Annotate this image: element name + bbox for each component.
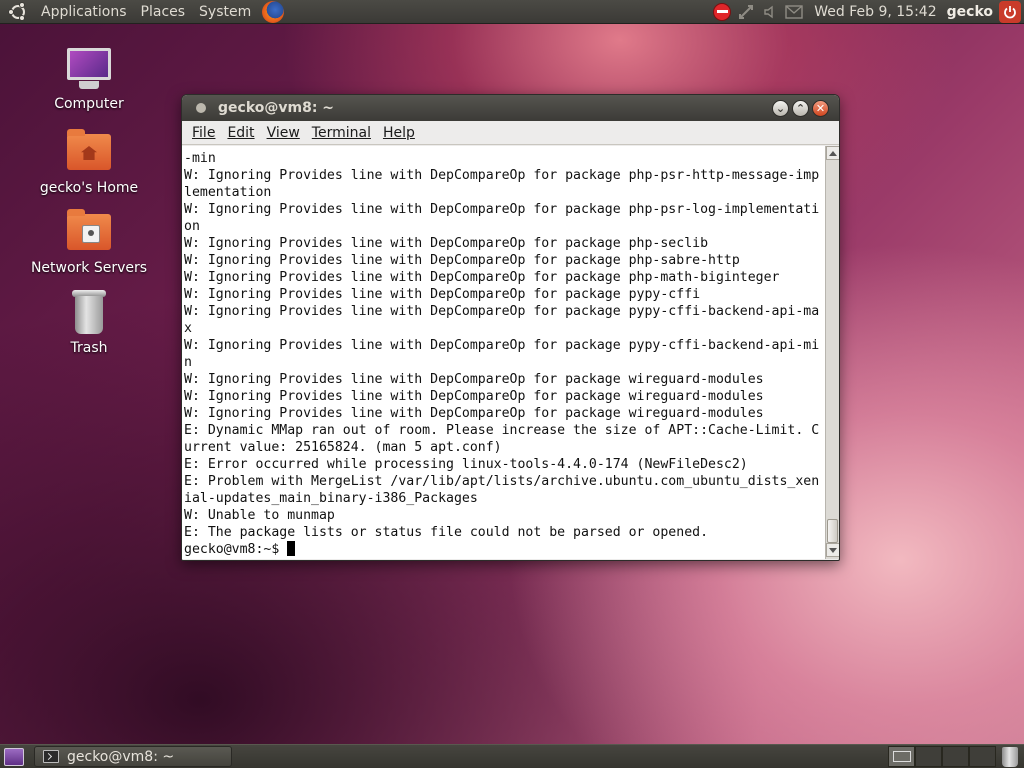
firefox-icon[interactable] xyxy=(262,0,285,23)
terminal-line: x xyxy=(184,321,192,336)
home-folder-icon xyxy=(65,128,113,176)
workspace-1[interactable] xyxy=(888,746,915,767)
terminal-prompt: gecko@vm8:~$ xyxy=(184,542,288,557)
desktop-icon-trash[interactable]: Trash xyxy=(29,288,149,356)
network-servers-icon xyxy=(65,208,113,256)
scroll-up-icon[interactable] xyxy=(826,146,839,160)
taskbar-terminal-button[interactable]: gecko@vm8: ~ xyxy=(34,746,232,767)
terminal-line: on xyxy=(184,219,200,234)
menu-help-label: Help xyxy=(382,124,415,141)
window-menubar: File Edit View Terminal Help xyxy=(182,121,839,145)
scroll-down-icon[interactable] xyxy=(826,543,839,557)
terminal-line: E: Problem with MergeList /var/lib/apt/l… xyxy=(184,474,820,489)
network-icon[interactable] xyxy=(734,0,758,24)
taskbar-terminal-label: gecko@vm8: ~ xyxy=(67,748,175,765)
close-button[interactable]: ✕ xyxy=(812,99,829,117)
system-menu[interactable]: System xyxy=(192,4,258,20)
volume-icon[interactable] xyxy=(758,0,782,24)
do-not-disturb-icon[interactable] xyxy=(710,0,734,24)
menu-view-label: View xyxy=(266,124,300,141)
terminal-line: W: Ignoring Provides line with DepCompar… xyxy=(184,236,709,251)
workspace-switcher xyxy=(888,746,996,767)
terminal-line: W: Ignoring Provides line with DepCompar… xyxy=(184,406,764,421)
terminal-line: W: Ignoring Provides line with DepCompar… xyxy=(184,304,820,319)
terminal-line: W: Ignoring Provides line with DepCompar… xyxy=(184,389,764,404)
places-menu[interactable]: Places xyxy=(134,4,193,20)
terminal-window: gecko@vm8: ~ ⌄ ⌃ ✕ File Edit View Termin… xyxy=(181,94,840,561)
workspace-4[interactable] xyxy=(969,746,996,767)
terminal-line: W: Ignoring Provides line with DepCompar… xyxy=(184,338,820,353)
scrollbar-thumb[interactable] xyxy=(827,519,838,543)
trash-icon xyxy=(65,288,113,336)
maximize-button[interactable]: ⌃ xyxy=(792,99,809,117)
terminal-line: W: Ignoring Provides line with DepCompar… xyxy=(184,253,740,268)
window-title: gecko@vm8: ~ xyxy=(218,100,335,116)
menu-edit-label: Edit xyxy=(227,124,255,141)
terminal-line: W: Ignoring Provides line with DepCompar… xyxy=(184,168,820,183)
window-titlebar[interactable]: gecko@vm8: ~ ⌄ ⌃ ✕ xyxy=(182,95,839,121)
ubuntu-logo-icon[interactable] xyxy=(8,1,28,22)
applications-menu[interactable]: Applications xyxy=(34,4,134,20)
show-desktop-icon[interactable] xyxy=(4,747,24,766)
terminal-line: W: Ignoring Provides line with DepCompar… xyxy=(184,202,820,217)
mail-icon[interactable] xyxy=(782,0,806,24)
window-menu-icon[interactable] xyxy=(196,103,206,113)
terminal-icon xyxy=(43,750,59,763)
terminal-line: lementation xyxy=(184,185,272,200)
terminal-scrollbar[interactable] xyxy=(825,146,839,559)
terminal-line: -min xyxy=(184,151,216,166)
workspace-2[interactable] xyxy=(915,746,942,767)
desktop-icon-label: gecko's Home xyxy=(39,180,139,196)
menu-edit[interactable]: Edit xyxy=(221,125,260,141)
terminal-line: n xyxy=(184,355,192,370)
system-tray: Wed Feb 9, 15:42 gecko xyxy=(710,0,1024,24)
terminal-line: W: Ignoring Provides line with DepCompar… xyxy=(184,372,764,387)
terminal-line: W: Unable to munmap xyxy=(184,508,335,523)
desktop-icon-computer[interactable]: Computer xyxy=(29,44,149,112)
terminal-line: urrent value: 25165824. (man 5 apt.conf) xyxy=(184,440,502,455)
top-panel: Applications Places System Wed Feb 9, 15… xyxy=(0,0,1024,24)
terminal-line: ial-updates_main_binary-i386_Packages xyxy=(184,491,478,506)
panel-trash-icon[interactable] xyxy=(1002,746,1018,767)
power-icon[interactable] xyxy=(999,0,1021,23)
terminal-cursor xyxy=(287,541,296,556)
menu-view[interactable]: View xyxy=(261,125,306,141)
menu-file-label: File xyxy=(192,124,216,141)
bottom-panel: gecko@vm8: ~ xyxy=(0,744,1024,768)
terminal-line: E: The package lists or status file coul… xyxy=(184,525,709,540)
computer-icon xyxy=(65,44,113,92)
menu-file[interactable]: File xyxy=(186,125,221,141)
workspace-3[interactable] xyxy=(942,746,969,767)
desktop-icon-network-servers[interactable]: Network Servers xyxy=(29,208,149,276)
menu-help[interactable]: Help xyxy=(377,125,421,141)
clock[interactable]: Wed Feb 9, 15:42 xyxy=(806,4,944,20)
terminal-line: E: Dynamic MMap ran out of room. Please … xyxy=(184,423,820,438)
terminal-line: W: Ignoring Provides line with DepCompar… xyxy=(184,287,701,302)
desktop-icon-home[interactable]: gecko's Home xyxy=(29,128,149,196)
menu-terminal-label: Terminal xyxy=(311,124,371,141)
desktop-icon-label: Trash xyxy=(70,340,108,356)
terminal-line: W: Ignoring Provides line with DepCompar… xyxy=(184,270,780,285)
user-menu[interactable]: gecko xyxy=(945,4,999,20)
terminal-prompt-line: gecko@vm8:~$ xyxy=(184,541,825,558)
minimize-button[interactable]: ⌄ xyxy=(772,99,789,117)
terminal-output[interactable]: -min W: Ignoring Provides line with DepCo… xyxy=(182,146,825,559)
desktop-icon-label: Network Servers xyxy=(30,260,148,276)
terminal-line: E: Error occurred while processing linux… xyxy=(184,457,748,472)
desktop-icon-label: Computer xyxy=(54,96,124,112)
menu-terminal[interactable]: Terminal xyxy=(306,125,377,141)
